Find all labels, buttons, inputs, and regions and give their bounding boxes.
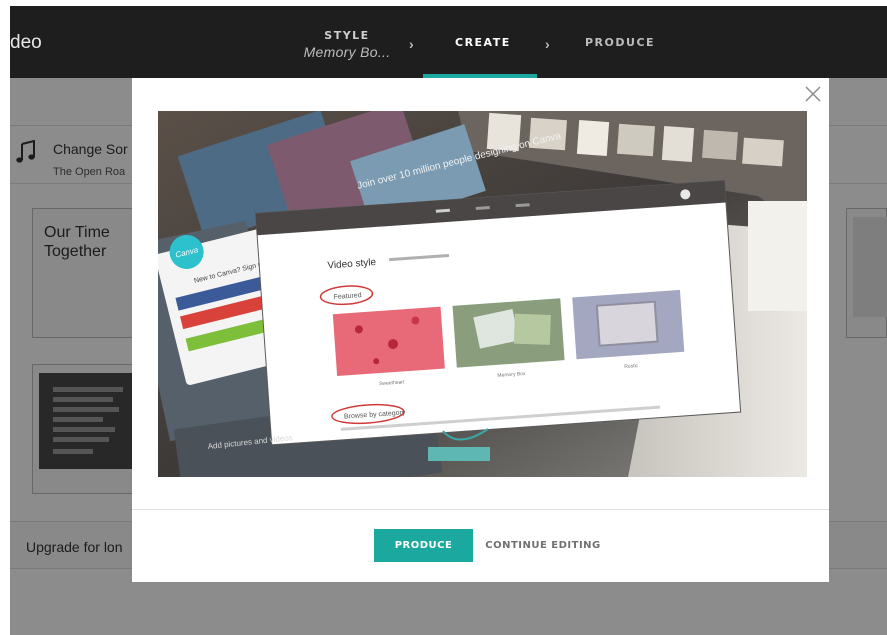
continue-editing-button[interactable]: CONTINUE EDITING: [484, 529, 602, 562]
chevron-right-icon: ›: [545, 36, 550, 52]
preview-modal: Canva New to Canva? Sign up! Join over 1…: [132, 78, 829, 582]
video-frame-illustration: Canva New to Canva? Sign up! Join over 1…: [158, 111, 807, 477]
app-title: deo: [10, 32, 42, 53]
close-icon[interactable]: [804, 85, 822, 103]
chevron-right-icon: ›: [409, 36, 414, 52]
top-nav-bar: deo STYLE Memory Bo... › CREATE › PRODUC…: [10, 6, 887, 78]
step-produce-label: PRODUCE: [585, 36, 656, 49]
step-produce[interactable]: PRODUCE: [585, 36, 655, 49]
step-style-label: STYLE: [324, 29, 370, 42]
produce-button[interactable]: PRODUCE: [374, 529, 473, 562]
step-style-sublabel: Memory Bo...: [303, 44, 391, 60]
step-create[interactable]: CREATE: [455, 36, 511, 49]
preview-style-name-3: Rustic: [624, 363, 639, 370]
step-style[interactable]: STYLE Memory Bo...: [302, 29, 392, 60]
video-preview[interactable]: Canva New to Canva? Sign up! Join over 1…: [158, 111, 807, 477]
modal-divider: [132, 509, 829, 510]
step-create-label: CREATE: [455, 36, 511, 49]
